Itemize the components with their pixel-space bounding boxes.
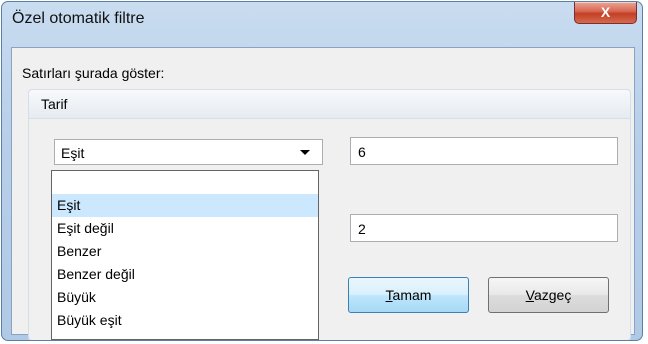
operator1-select[interactable]: Eşit bbox=[54, 139, 323, 165]
ok-label: amam bbox=[392, 287, 432, 303]
dropdown-item-empty[interactable] bbox=[52, 171, 318, 194]
operator1-value: Eşit bbox=[61, 145, 85, 161]
cancel-label: azgeç bbox=[533, 287, 572, 303]
value1-text: 6 bbox=[358, 144, 366, 160]
close-icon: X bbox=[600, 4, 611, 20]
cancel-accel: V bbox=[525, 287, 534, 303]
value2-text: 2 bbox=[358, 221, 366, 237]
value1-input[interactable]: 6 bbox=[350, 137, 618, 165]
chevron-down-icon[interactable] bbox=[300, 150, 310, 155]
operator-dropdown-list[interactable]: Eşit Eşit değil Benzer Benzer değil Büyü… bbox=[51, 170, 319, 340]
dropdown-item-benzer-degil[interactable]: Benzer değil bbox=[52, 263, 318, 286]
ok-accel: T bbox=[385, 287, 393, 303]
value2-input[interactable]: 2 bbox=[350, 214, 618, 242]
show-rows-label: Satırları şurada göster: bbox=[22, 65, 165, 81]
window-title: Özel otomatik filtre bbox=[12, 10, 145, 27]
cancel-button[interactable]: Vazgeç bbox=[488, 277, 609, 313]
dropdown-item-esit-degil[interactable]: Eşit değil bbox=[52, 217, 318, 240]
close-button[interactable]: X bbox=[574, 2, 637, 24]
group-header: Tarif bbox=[29, 90, 630, 119]
dropdown-item-buyuk-esit[interactable]: Büyük eşit bbox=[52, 309, 318, 332]
ok-button[interactable]: Tamam bbox=[348, 277, 469, 313]
dropdown-item-buyuk[interactable]: Büyük bbox=[52, 286, 318, 309]
dropdown-item-benzer[interactable]: Benzer bbox=[52, 240, 318, 263]
dropdown-item-esit[interactable]: Eşit bbox=[52, 194, 318, 217]
group-title: Tarif bbox=[41, 96, 68, 112]
